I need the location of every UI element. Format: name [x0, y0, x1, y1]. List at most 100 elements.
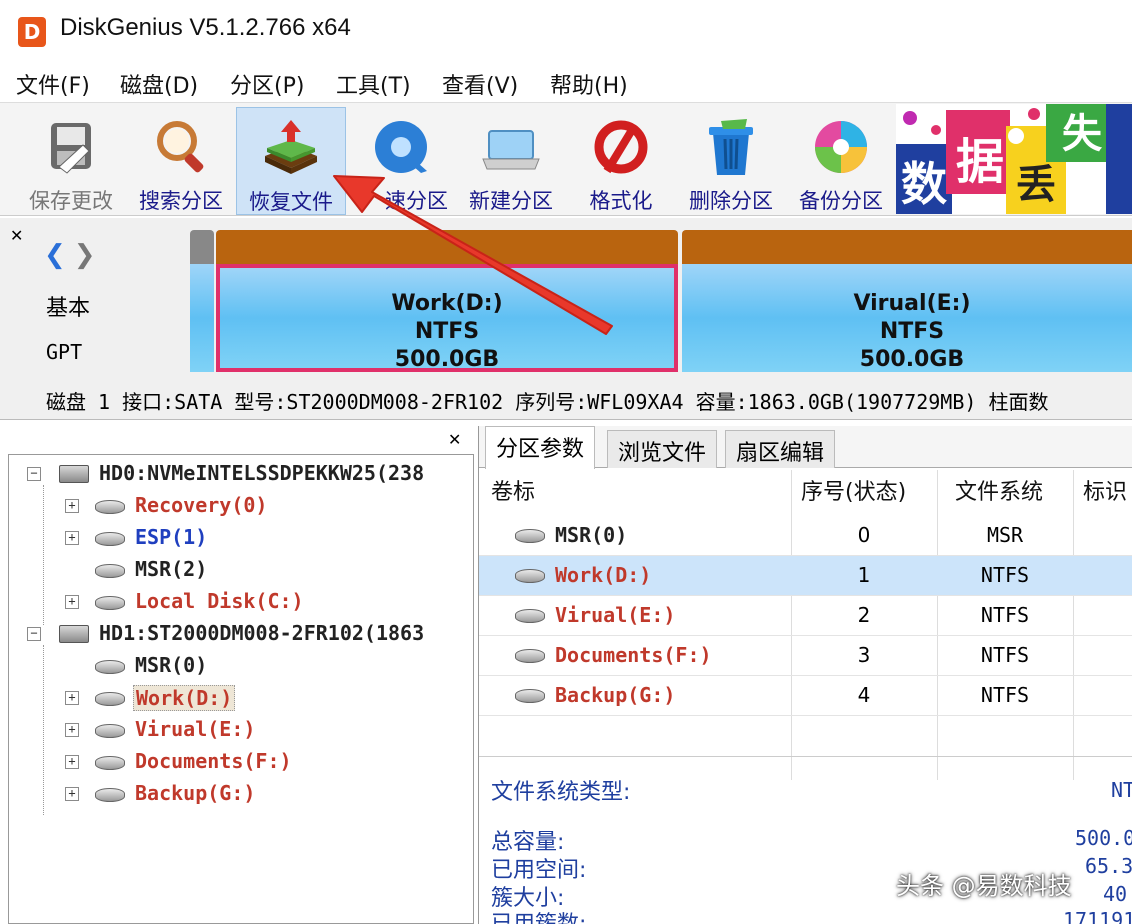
tab-partition-params[interactable]: 分区参数	[485, 426, 596, 469]
disk-tree-panel: − HD0:NVMeINTELSSDPEKKW25(238 + Recovery…	[8, 454, 474, 924]
tree-partition[interactable]: + Backup(G:)	[9, 779, 475, 811]
tree-partition-label: Backup(G:)	[135, 781, 256, 805]
menu-tools[interactable]: 工具(T)	[336, 62, 442, 102]
next-disk-icon[interactable]: ❯	[74, 240, 96, 270]
tree-partition[interactable]: MSR(2)	[9, 555, 475, 587]
cell-index: 2	[857, 603, 871, 627]
details-panel: 分区参数 浏览文件 扇区编辑 卷标 序号(状态) 文件系统 标识 MSR(0) …	[478, 426, 1132, 924]
menu-bar: 文件(F) 磁盘(D) 分区(P) 工具(T) 查看(V) 帮助(H)	[0, 62, 1132, 102]
partition-icon	[95, 660, 125, 674]
tab-sector-edit[interactable]: 扇区编辑	[725, 430, 836, 468]
tree-disk-hd1[interactable]: − HD1:ST2000DM008-2FR102(1863	[9, 619, 475, 651]
format-no-icon	[589, 115, 653, 179]
tree-close-icon[interactable]: ✕	[448, 430, 461, 449]
expand-icon[interactable]: +	[65, 787, 79, 801]
menu-view[interactable]: 查看(V)	[442, 62, 550, 102]
prop-used-value: 65.3	[1085, 854, 1132, 878]
col-header-id[interactable]: 标识	[1083, 474, 1127, 516]
tree-partition-label: Documents(F:)	[135, 749, 292, 773]
tree-disk-hd0[interactable]: − HD0:NVMeINTELSSDPEKKW25(238	[9, 459, 475, 491]
prop-total-value: 500.0	[1075, 826, 1132, 850]
magnifier-icon	[149, 115, 213, 179]
table-row-selected[interactable]: Work(D:) 1 NTFS	[479, 556, 1132, 596]
hard-disk-icon	[59, 625, 89, 643]
expand-icon[interactable]: +	[65, 755, 79, 769]
cell-filesystem: MSR	[986, 523, 1024, 547]
collapse-icon[interactable]: −	[27, 627, 41, 641]
format-button[interactable]: 格式化	[568, 107, 674, 215]
tree-partition-label: MSR(0)	[135, 653, 208, 677]
quick-partition-button[interactable]: 速分区	[348, 107, 454, 215]
collapse-icon[interactable]: −	[27, 467, 41, 481]
data-loss-banner[interactable]: 数 据 丢 失	[896, 104, 1132, 214]
cell-filesystem: NTFS	[980, 683, 1030, 707]
partition-block-work[interactable]: Work(D:) NTFS 500.0GB	[216, 230, 678, 372]
table-row[interactable]: Virual(E:) 2 NTFS	[479, 596, 1132, 636]
expand-icon[interactable]: +	[65, 499, 79, 513]
banner-char-3: 丢	[1016, 162, 1056, 208]
recover-files-button[interactable]: 恢复文件	[236, 107, 346, 215]
tree-partition-selected[interactable]: + Work(D:)	[9, 683, 475, 715]
cell-label: MSR(0)	[555, 523, 628, 547]
backup-disc-icon	[809, 115, 873, 179]
tree-partition[interactable]: + ESP(1)	[9, 523, 475, 555]
prev-disk-icon[interactable]: ❮	[44, 240, 66, 270]
title-bar: D DiskGenius V5.1.2.766 x64	[0, 0, 1132, 62]
partition-icon	[515, 609, 545, 623]
tree-partition-label: Virual(E:)	[135, 717, 256, 741]
cell-label: Work(D:)	[555, 563, 652, 587]
menu-help[interactable]: 帮助(H)	[550, 62, 628, 102]
cell-label: Documents(F:)	[555, 643, 712, 667]
expand-icon[interactable]: +	[65, 595, 79, 609]
tree-partition[interactable]: + Recovery(0)	[9, 491, 475, 523]
tree-partition[interactable]: MSR(0)	[9, 651, 475, 683]
partition-icon	[515, 689, 545, 703]
close-icon[interactable]: ✕	[10, 226, 23, 245]
partition-block-name: Virual(E:)	[853, 291, 971, 316]
window-title: DiskGenius V5.1.2.766 x64	[60, 14, 351, 41]
partition-icon	[515, 529, 545, 543]
table-row[interactable]: Documents(F:) 3 NTFS	[479, 636, 1132, 676]
new-partition-button[interactable]: 新建分区	[458, 107, 564, 215]
expand-icon[interactable]: +	[65, 531, 79, 545]
tab-browse-files[interactable]: 浏览文件	[607, 430, 718, 468]
partition-icon	[95, 756, 125, 770]
tree-partition[interactable]: + Documents(F:)	[9, 747, 475, 779]
cell-label: Virual(E:)	[555, 603, 676, 627]
disk-nav-arrows[interactable]: ❮ ❯	[44, 240, 96, 270]
col-header-filesystem[interactable]: 文件系统	[955, 474, 1043, 516]
table-row[interactable]: Backup(G:) 4 NTFS	[479, 676, 1132, 716]
col-header-index[interactable]: 序号(状态)	[801, 474, 906, 516]
cell-label: Backup(G:)	[555, 683, 676, 707]
cell-filesystem: NTFS	[980, 603, 1030, 627]
partition-block-virual[interactable]: Virual(E:) NTFS 500.0GB	[682, 230, 1132, 372]
partition-block-reserved[interactable]	[190, 230, 214, 372]
tree-partition[interactable]: + Local Disk(C:)	[9, 587, 475, 619]
delete-partition-label: 删除分区	[689, 189, 773, 213]
search-partition-label: 搜索分区	[139, 189, 223, 213]
menu-partition[interactable]: 分区(P)	[230, 62, 336, 102]
tree-partition[interactable]: + Virual(E:)	[9, 715, 475, 747]
table-row[interactable]: MSR(0) 0 MSR	[479, 516, 1132, 556]
expand-icon[interactable]: +	[65, 723, 79, 737]
menu-disk[interactable]: 磁盘(D)	[120, 62, 230, 102]
partition-block-size: 500.0GB	[859, 347, 965, 372]
menu-file[interactable]: 文件(F)	[16, 62, 120, 102]
partition-icon	[95, 692, 125, 706]
partition-icon	[95, 596, 125, 610]
partition-block-fs: NTFS	[879, 319, 945, 344]
partition-icon	[95, 532, 125, 546]
delete-partition-button[interactable]: 删除分区	[678, 107, 784, 215]
cell-filesystem: NTFS	[980, 563, 1030, 587]
cell-index: 3	[857, 643, 871, 667]
disk-type-basic: 基本	[46, 296, 91, 321]
partition-block-size: 500.0GB	[394, 347, 500, 372]
backup-partition-label: 备份分区	[799, 189, 883, 213]
save-changes-button[interactable]: 保存更改	[18, 107, 124, 215]
tree-disk-label: HD0:NVMeINTELSSDPEKKW25(238	[99, 461, 425, 485]
quick-partition-label: 速分区	[385, 189, 448, 213]
backup-partition-button[interactable]: 备份分区	[788, 107, 894, 215]
expand-icon[interactable]: +	[65, 691, 79, 705]
col-header-label[interactable]: 卷标	[491, 474, 535, 516]
search-partition-button[interactable]: 搜索分区	[128, 107, 234, 215]
